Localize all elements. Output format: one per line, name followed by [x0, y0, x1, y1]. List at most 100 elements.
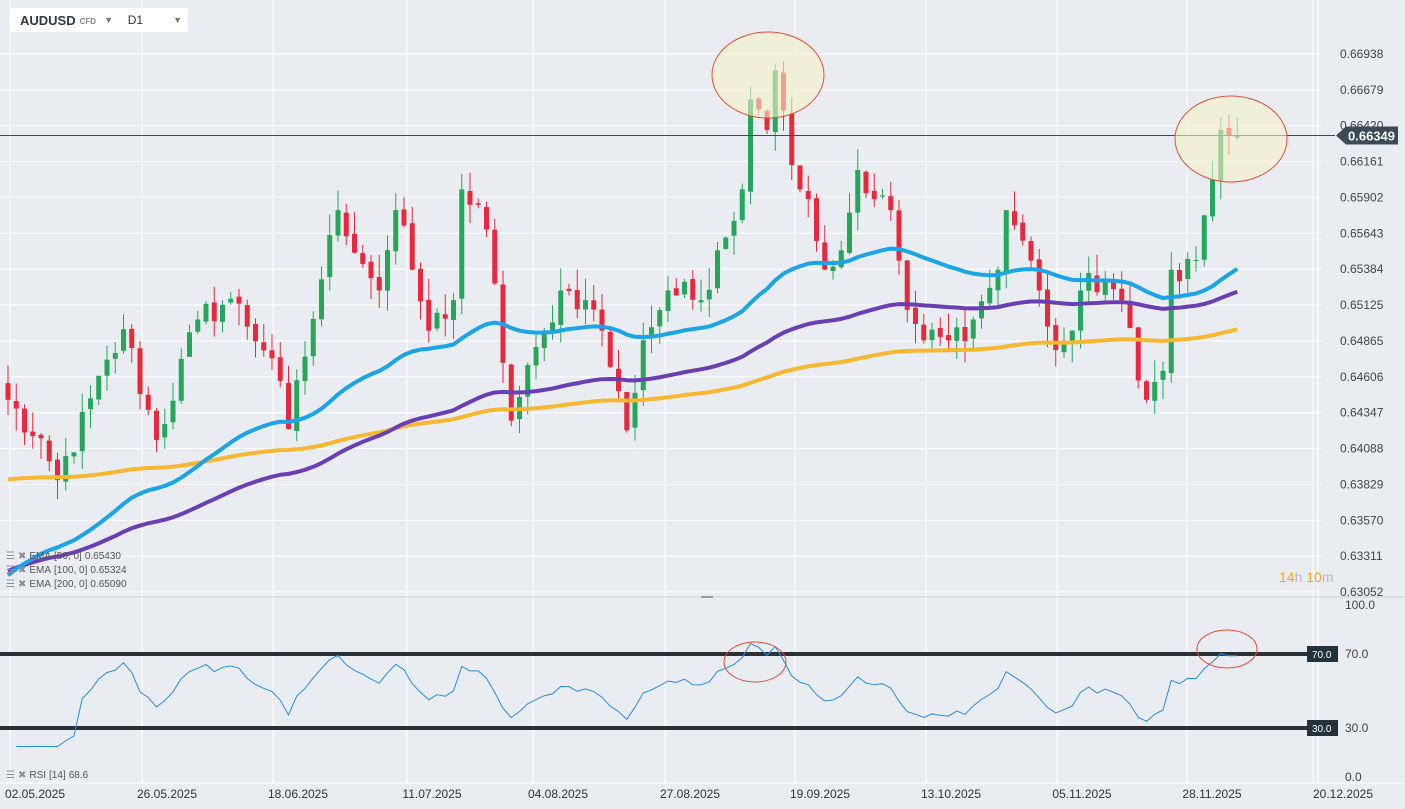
- candle: [1094, 254, 1100, 296]
- ema-200-line: [7, 327, 1238, 482]
- candle-body: [327, 235, 333, 277]
- close-icon[interactable]: ✖: [18, 579, 26, 590]
- candle: [946, 313, 951, 352]
- close-icon[interactable]: ✖: [18, 565, 26, 576]
- highlight-ellipse: [723, 641, 787, 683]
- menu-icon[interactable]: ☰: [6, 579, 15, 590]
- indicator-value: 68.6: [68, 770, 89, 781]
- candle-body: [673, 288, 679, 296]
- candle-body: [360, 253, 366, 264]
- candle-body: [624, 391, 630, 431]
- candle: [888, 181, 894, 222]
- candle: [335, 190, 341, 242]
- candle-body: [1177, 270, 1182, 282]
- legend-ema-50[interactable]: ☰ ✖ EMA [50, 0] 0.65430: [6, 551, 121, 562]
- menu-icon[interactable]: ☰: [6, 551, 15, 562]
- instrument-type: CFD: [79, 17, 97, 26]
- rsi-axis-label: 30.0: [1345, 721, 1369, 735]
- candle-body: [409, 223, 415, 270]
- candle: [715, 241, 720, 294]
- candle: [970, 316, 976, 352]
- legend-ema-200[interactable]: ☰ ✖ EMA [200, 0] 0.65090: [6, 579, 127, 590]
- timeframe-value: D1: [127, 13, 144, 27]
- close-icon[interactable]: ✖: [18, 770, 26, 781]
- date-tick-label: 02.05.2025: [5, 787, 65, 801]
- candle: [385, 235, 390, 311]
- ema-50-line: [6, 246, 1239, 577]
- chevron-down-icon[interactable]: ▼: [104, 15, 113, 25]
- candle-body: [294, 380, 300, 431]
- candle: [442, 294, 448, 337]
- candle: [657, 307, 663, 344]
- candle: [269, 334, 275, 370]
- price-tick-label: 0.63829: [1340, 477, 1384, 491]
- candle: [1127, 284, 1133, 329]
- timer-hours: 14: [1279, 569, 1295, 585]
- candle-body: [682, 281, 687, 295]
- price-tick-label: 0.63570: [1340, 513, 1384, 527]
- candle: [492, 218, 498, 285]
- candle-body: [855, 170, 861, 213]
- candle-body: [731, 220, 737, 236]
- rsi-axis-label: 70.0: [1345, 647, 1369, 661]
- indicator-name: EMA: [29, 579, 52, 590]
- price-chart[interactable]: 0.669380.666790.664200.661610.659020.656…: [0, 0, 1405, 809]
- candle-body: [665, 290, 671, 311]
- legend-rsi[interactable]: ☰ ✖ RSI [14] 68.6: [6, 770, 88, 781]
- date-tick-label: 19.09.2025: [790, 787, 850, 801]
- candle-body: [418, 268, 423, 302]
- date-tick-label: 20.12.2025: [1313, 787, 1373, 801]
- indicator-params: [100, 0]: [54, 565, 88, 576]
- candle-body: [830, 266, 836, 271]
- candle: [467, 172, 473, 223]
- candle-body: [987, 287, 993, 304]
- candle-body: [1119, 288, 1125, 301]
- candle: [88, 385, 93, 429]
- price-tick-label: 0.64606: [1340, 370, 1384, 384]
- candle-body: [88, 398, 93, 410]
- symbol-selector[interactable]: AUDUSD CFD ▼ D1 ▼: [10, 8, 188, 32]
- candle: [1020, 214, 1026, 246]
- candle-body: [1201, 215, 1207, 260]
- candle: [847, 192, 852, 255]
- candle-body: [211, 302, 217, 321]
- current-price-label: 0.66349: [1348, 129, 1395, 144]
- date-tick-label: 13.10.2025: [921, 787, 981, 801]
- candle-body: [1069, 330, 1075, 341]
- candle-body: [442, 314, 448, 319]
- date-tick-label: 11.07.2025: [402, 787, 461, 801]
- indicator-name: RSI: [29, 770, 47, 781]
- candle: [591, 285, 597, 322]
- candle-body: [261, 342, 267, 351]
- candle: [343, 203, 349, 246]
- menu-icon[interactable]: ☰: [6, 565, 15, 576]
- candle: [599, 294, 605, 347]
- candle-body: [1152, 381, 1158, 401]
- candle-body: [550, 322, 555, 331]
- menu-icon[interactable]: ☰: [6, 770, 15, 781]
- candle: [1003, 210, 1009, 289]
- candle: [393, 192, 399, 265]
- timeframe-selector[interactable]: D1 ▼: [128, 13, 182, 27]
- candle: [162, 408, 168, 449]
- candle-body: [1160, 370, 1166, 380]
- candle-body: [929, 329, 935, 341]
- candle: [475, 198, 481, 209]
- close-icon[interactable]: ✖: [18, 551, 26, 562]
- candle-body: [220, 304, 225, 322]
- indicator-value: 0.65430: [84, 551, 121, 562]
- legend-ema-100[interactable]: ☰ ✖ EMA [100, 0] 0.65324: [6, 565, 127, 576]
- candle-body: [789, 112, 795, 166]
- candle-body: [393, 210, 399, 252]
- candle: [1078, 272, 1083, 349]
- candle-body: [880, 195, 885, 197]
- candle-body: [121, 329, 126, 351]
- candle: [616, 349, 621, 402]
- chevron-down-icon[interactable]: ▼: [173, 15, 182, 25]
- candle-body: [847, 212, 852, 253]
- candle: [731, 211, 737, 255]
- price-tick-label: 0.63311: [1340, 549, 1383, 563]
- indicator-params: [200, 0]: [54, 579, 88, 590]
- candle: [1036, 248, 1042, 307]
- candle-body: [71, 452, 77, 457]
